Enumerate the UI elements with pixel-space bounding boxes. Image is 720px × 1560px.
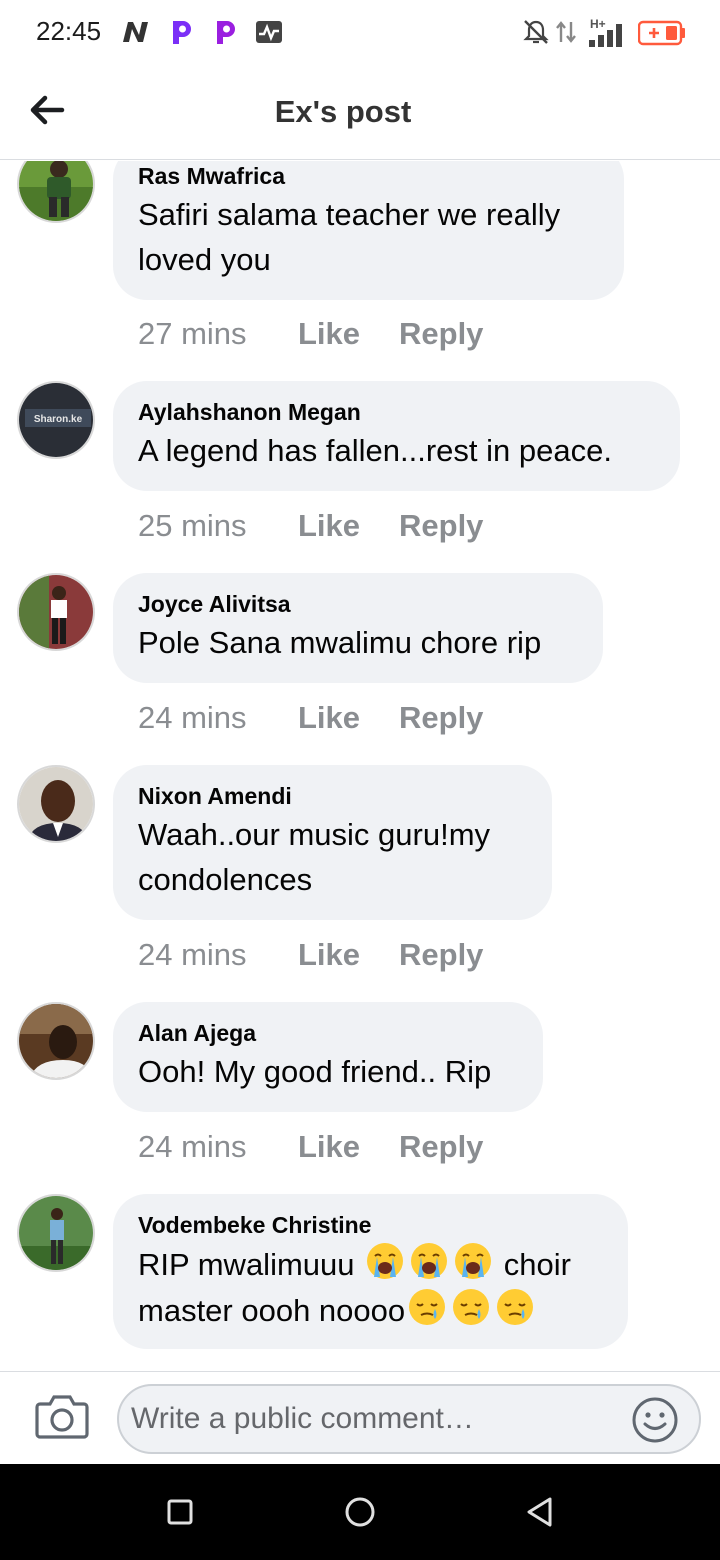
status-bar: 22:45 H+: [0, 0, 720, 66]
sleepy-emoji: [409, 1289, 446, 1325]
comment-bubble: Vodembeke Christine RIP mwalimuuu choir …: [113, 1194, 628, 1349]
comment-time[interactable]: 24 mins: [138, 1129, 298, 1165]
comment-text: Waah..our music guru!my condolences: [138, 817, 491, 897]
comment-list: Ras Mwafrica Safiri salama teacher we re…: [0, 161, 720, 1370]
reply-button[interactable]: Reply: [399, 700, 483, 736]
avatar-label: Sharon.ke: [34, 414, 83, 425]
p-icon: [217, 21, 235, 44]
comment-actions: 24 mins Like Reply: [138, 1129, 483, 1165]
reply-button[interactable]: Reply: [399, 316, 483, 352]
comment-author[interactable]: Ras Mwafrica: [138, 161, 596, 191]
like-button[interactable]: Like: [298, 508, 399, 544]
comment-author[interactable]: Vodembeke Christine: [138, 1210, 600, 1240]
comment-time[interactable]: 24 mins: [138, 700, 298, 736]
avatar[interactable]: Sharon.ke: [17, 381, 95, 459]
sleepy-emoji: [453, 1289, 490, 1325]
comment-author[interactable]: Joyce Alivitsa: [138, 589, 575, 619]
reply-button[interactable]: Reply: [399, 1129, 483, 1165]
comment-author[interactable]: Nixon Amendi: [138, 781, 524, 811]
system-nav-bar: [0, 1464, 720, 1560]
comment-bubble: Joyce Alivitsa Pole Sana mwalimu chore r…: [113, 573, 603, 683]
comment-text-part: choir: [503, 1247, 571, 1282]
n-icon: [123, 22, 148, 42]
comment-bubble: Aylahshanon Megan A legend has fallen...…: [113, 381, 680, 491]
comment-bubble: Ras Mwafrica Safiri salama teacher we re…: [113, 161, 624, 300]
like-button[interactable]: Like: [298, 700, 399, 736]
loudly-crying-emoji: [367, 1243, 404, 1279]
comment-author[interactable]: Aylahshanon Megan: [138, 397, 652, 427]
like-button[interactable]: Like: [298, 316, 399, 352]
signal-icon: [589, 24, 622, 47]
app-header: Ex's post: [0, 66, 720, 160]
comment-actions: 24 mins Like Reply: [138, 700, 483, 736]
comment-text-part: master oooh noooo: [138, 1293, 406, 1328]
comment-time[interactable]: 25 mins: [138, 508, 298, 544]
comment-input-wrapper: [117, 1384, 701, 1454]
bell-off-icon: [523, 20, 549, 44]
comment-actions: 25 mins Like Reply: [138, 508, 483, 544]
comment-text-part: RIP mwalimuuu: [138, 1247, 355, 1282]
reply-button[interactable]: Reply: [399, 508, 483, 544]
recents-square-icon[interactable]: [160, 1492, 200, 1532]
avatar[interactable]: [17, 765, 95, 843]
avatar[interactable]: [17, 1002, 95, 1080]
battery-icon: [638, 20, 685, 46]
comment-text: A legend has fallen...rest in peace.: [138, 433, 612, 468]
comment-actions: 24 mins Like Reply: [138, 937, 483, 973]
activity-icon: [256, 21, 282, 43]
comment-text: Pole Sana mwalimu chore rip: [138, 625, 542, 660]
comment-text: RIP mwalimuuu choir master oooh noooo: [138, 1241, 600, 1333]
status-time: 22:45: [36, 16, 102, 46]
data-arrows-icon: [556, 21, 576, 43]
comment-input[interactable]: [131, 1386, 631, 1452]
comment-actions: 27 mins Like Reply: [138, 316, 483, 352]
p-icon: [173, 21, 191, 44]
comment-author[interactable]: Alan Ajega: [138, 1018, 515, 1048]
home-circle-icon[interactable]: [340, 1492, 380, 1532]
back-triangle-icon[interactable]: [520, 1492, 560, 1532]
comment-time[interactable]: 27 mins: [138, 316, 298, 352]
comment-composer: [0, 1371, 720, 1464]
comment-text: Safiri salama teacher we really loved yo…: [138, 197, 561, 277]
sleepy-emoji: [497, 1289, 534, 1325]
camera-icon[interactable]: [34, 1390, 90, 1442]
loudly-crying-emoji: [455, 1243, 492, 1279]
comment-time[interactable]: 24 mins: [138, 937, 298, 973]
loudly-crying-emoji: [411, 1243, 448, 1279]
like-button[interactable]: Like: [298, 1129, 399, 1165]
comment-bubble: Alan Ajega Ooh! My good friend.. Rip: [113, 1002, 543, 1112]
like-button[interactable]: Like: [298, 937, 399, 973]
avatar[interactable]: [17, 1194, 95, 1272]
smiley-icon[interactable]: [631, 1396, 679, 1444]
page-title: Ex's post: [274, 94, 412, 129]
avatar[interactable]: [17, 161, 95, 223]
comment-bubble: Nixon Amendi Waah..our music guru!my con…: [113, 765, 552, 920]
reply-button[interactable]: Reply: [399, 937, 483, 973]
comment-text: Ooh! My good friend.. Rip: [138, 1054, 492, 1089]
avatar[interactable]: [17, 573, 95, 651]
